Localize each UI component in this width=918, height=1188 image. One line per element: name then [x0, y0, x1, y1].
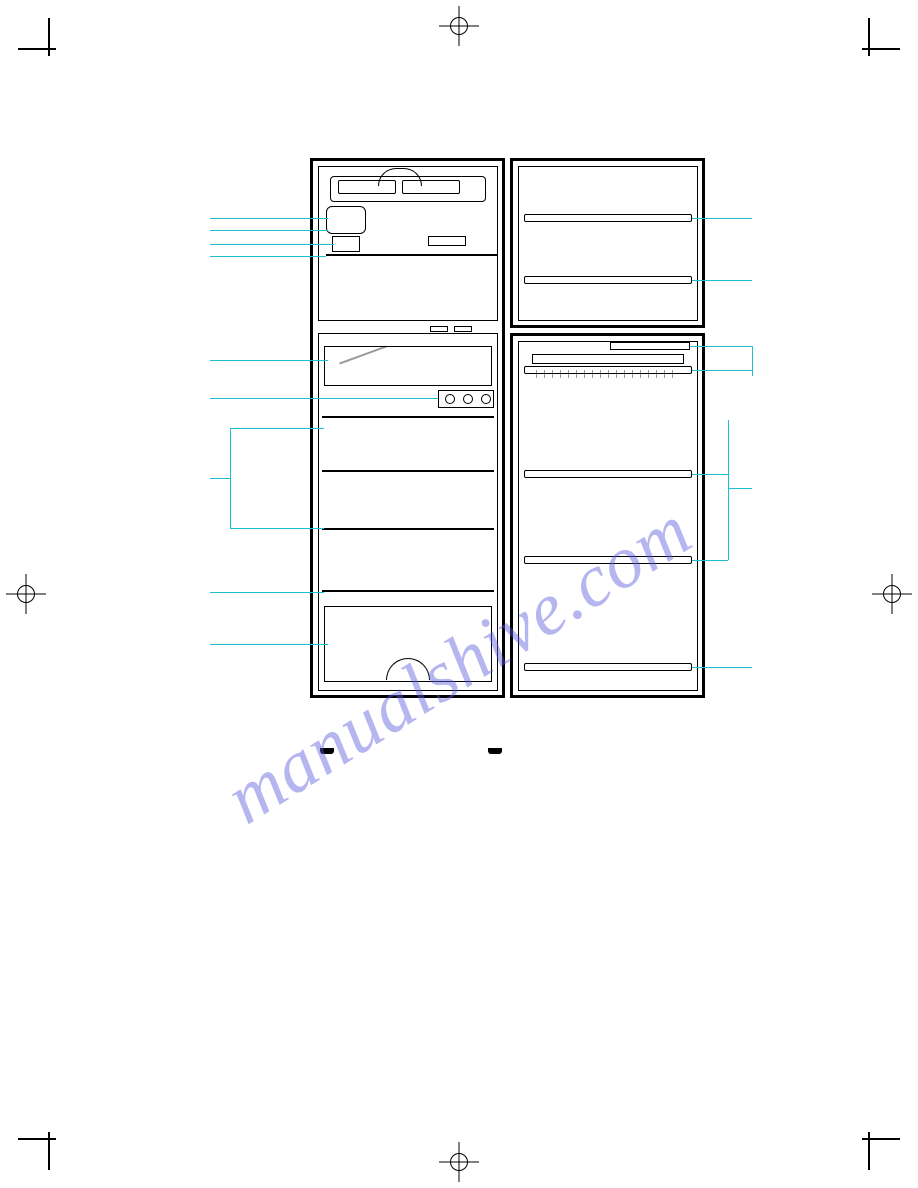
callout-line	[752, 346, 753, 376]
callout-line	[692, 280, 752, 281]
freezer-door-interior	[518, 166, 698, 321]
ice-cube-tray-icon	[326, 206, 366, 234]
registration-mark-icon	[6, 574, 46, 614]
fridge-door-interior	[518, 341, 698, 691]
callout-line	[210, 478, 230, 479]
registration-mark-icon	[872, 574, 912, 614]
callout-label: Fresh compartment	[122, 355, 200, 365]
callout-label: Can rack	[756, 341, 792, 351]
callout-label: Bottle shelf	[756, 662, 801, 672]
callout-line	[210, 592, 324, 593]
temperature-control	[438, 390, 494, 408]
shelf-line	[322, 590, 494, 592]
callout-line	[690, 346, 752, 347]
page-title: DESCRIPTION OF THE APPLIANCE	[120, 108, 389, 126]
hinge	[454, 326, 472, 332]
freezer-shelf-line	[326, 254, 498, 256]
callout-label: Door shelves	[756, 483, 809, 493]
foot	[488, 748, 502, 754]
shelf-line	[322, 416, 494, 418]
callout-line	[210, 644, 328, 645]
callout-label: Ice cube tray	[148, 213, 200, 223]
callout-line	[210, 244, 334, 245]
callout-label: Temperature control	[120, 393, 200, 403]
callout-label: Freezer shelf	[147, 239, 200, 249]
crop-mark	[18, 48, 56, 50]
door-shelf	[524, 556, 692, 564]
manual-page: DESCRIPTION OF THE APPLIANCE	[60, 60, 858, 1128]
callout-line	[230, 528, 324, 529]
crop-mark	[18, 1138, 56, 1140]
callout-label: Small door shelf	[756, 415, 821, 425]
callout-line	[692, 667, 752, 668]
hinge	[430, 326, 448, 332]
callout-line	[210, 256, 326, 257]
callout-label: Defrost water outlet	[122, 587, 200, 597]
callout-label: Freezer door shelf	[756, 275, 829, 285]
shelf-line	[322, 470, 494, 472]
callout-line	[728, 420, 729, 560]
registration-mark-icon	[439, 6, 479, 46]
callout-label: Crisper	[171, 639, 200, 649]
fresh-compartment	[324, 346, 492, 386]
door-shelf	[524, 366, 692, 374]
ice-storage-box-icon	[332, 236, 360, 252]
callout-line	[692, 370, 752, 371]
crop-mark	[862, 1138, 900, 1140]
callout-line	[692, 474, 728, 475]
crop-mark	[862, 48, 900, 50]
freezer-rating-plate	[428, 236, 466, 246]
callout-label: Ice cube storage box	[116, 225, 200, 235]
freezer-door-shelf	[524, 276, 692, 284]
callout-label: Egg tray	[756, 365, 790, 375]
freezer-door-shelf	[524, 214, 692, 222]
appliance-diagram: Ice cube tray Ice cube storage box Freez…	[210, 158, 740, 748]
callout-line	[210, 360, 328, 361]
small-door-shelf	[532, 354, 684, 364]
door-shelf	[524, 470, 692, 478]
shelf-line	[322, 528, 494, 530]
callout-line	[230, 428, 324, 429]
callout-line	[210, 398, 438, 399]
can-rack	[610, 342, 690, 350]
callout-line	[692, 218, 752, 219]
callout-label: Freezer door shelf	[756, 213, 829, 223]
crop-mark	[48, 18, 50, 56]
bottle-shelf	[524, 663, 692, 671]
callout-line	[230, 428, 231, 528]
registration-mark-icon	[439, 1142, 479, 1182]
callout-label: Shelves	[168, 473, 200, 483]
callout-line	[210, 230, 328, 231]
foot	[320, 748, 334, 754]
crop-mark	[868, 18, 870, 56]
callout-line	[210, 218, 328, 219]
callout-line	[692, 560, 728, 561]
callout-line	[728, 488, 752, 489]
page-number: 3	[456, 1086, 462, 1098]
